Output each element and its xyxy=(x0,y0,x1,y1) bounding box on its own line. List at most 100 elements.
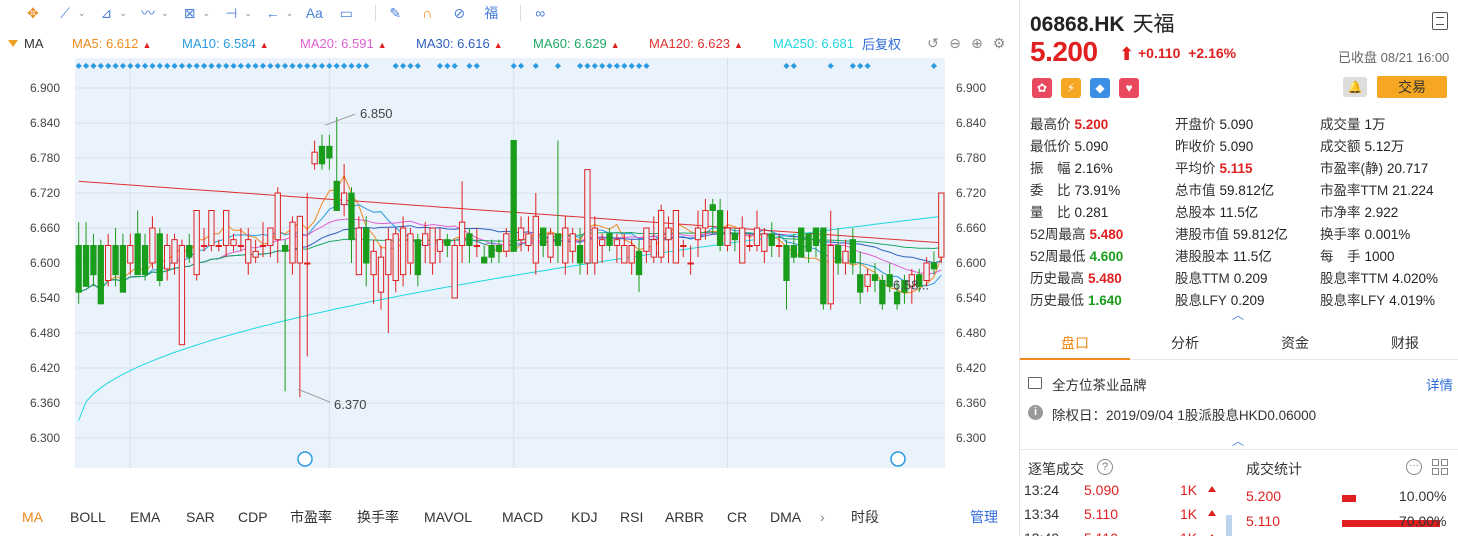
indicator-bar: MA BOLL EMA SAR CDP 市盈率 换手率 MAVOL MACD KDJ RSI ARBR… xyxy=(0,502,1018,532)
pen-tool[interactable]: ✎ xyxy=(384,4,406,22)
adjust-mode-button[interactable]: 后复权 xyxy=(862,34,901,53)
bell-icon[interactable]: 🔔 xyxy=(1343,77,1367,97)
indicator-tab[interactable]: 市盈率 xyxy=(290,507,332,527)
indicator-tab[interactable]: KDJ xyxy=(571,509,597,525)
stat-item: 股息TTM 0.209 xyxy=(1175,267,1268,287)
wave-tool[interactable]: 〰 ⌄ xyxy=(137,4,169,22)
channel-tool[interactable]: ⊿ ⌄ xyxy=(96,4,127,22)
tag-icon[interactable]: ◆ xyxy=(1090,78,1110,98)
hide-tool[interactable]: ⊘ xyxy=(448,4,470,22)
candle-down xyxy=(635,250,643,276)
hk-flag-icon[interactable]: ✿ xyxy=(1032,78,1052,98)
event-marker-icon: ◆ xyxy=(865,61,872,70)
indicator-tab[interactable]: MAVOL xyxy=(424,509,472,525)
undo-tool[interactable]: ← ⌄ xyxy=(262,4,294,22)
stat-item: 昨收价 5.090 xyxy=(1175,135,1253,155)
kline-chart[interactable]: 6.900 6.900 6.840 6.840 6.780 6.780 6.720 6.720… xyxy=(0,58,1018,470)
stat-label: 总股本 xyxy=(1175,205,1216,220)
candle-up xyxy=(657,210,665,258)
help-icon[interactable]: ? xyxy=(1097,459,1113,475)
trade-vol: 1K xyxy=(1180,482,1198,498)
y-tick-label-right: 6.480 xyxy=(956,326,986,340)
candle-down xyxy=(414,239,421,276)
candle-down xyxy=(444,239,451,247)
magnet-tool[interactable]: ∩ xyxy=(416,4,438,22)
ma-legend-item: MA120: 6.623 ▲ xyxy=(649,36,743,51)
link-icon: ∞ xyxy=(535,5,546,21)
trade-time: 13:24 xyxy=(1024,482,1060,498)
comment-tool[interactable]: ▭ xyxy=(335,4,357,22)
indicator-tab[interactable]: ARBR xyxy=(665,509,704,525)
indicator-tab[interactable]: RSI xyxy=(620,509,643,525)
ma-toggle[interactable]: MA xyxy=(8,36,44,51)
indicator-tab[interactable]: EMA xyxy=(130,509,160,525)
trade-button[interactable]: 交易 xyxy=(1377,76,1447,98)
stat-label: 量 比 xyxy=(1030,205,1071,220)
chart-panel: ✥ ⟋ ⌄ ⊿ ⌄ 〰 ⌄ ⊠ ⌄ ⊣ ⌄ ← ⌄ Aa ▭ ✎ ∩ ⊘ 福 ∞ MA MA… xyxy=(0,0,1018,536)
candle-down xyxy=(97,245,104,305)
info-icon: i xyxy=(1028,405,1043,420)
manage-button[interactable]: 管理 xyxy=(970,507,998,527)
indicator-tab[interactable]: 时段 xyxy=(851,507,879,527)
collapse-up-icon[interactable]: ︿ xyxy=(1232,432,1244,449)
indicator-tab[interactable]: MA xyxy=(22,509,43,525)
indicator-tab[interactable]: DMA xyxy=(770,509,801,525)
indicator-tab[interactable]: CR xyxy=(727,509,747,525)
text-tool-icon: Aa xyxy=(305,5,323,21)
candle-up xyxy=(370,250,377,276)
blessing-tool[interactable]: 福 xyxy=(480,4,502,22)
stat-item: 52周最低 4.600 xyxy=(1030,245,1123,265)
settings-icon[interactable]: ⚙ xyxy=(988,35,1010,52)
candle-up xyxy=(392,233,399,281)
indicator-tab[interactable]: 换手率 xyxy=(357,507,399,527)
tab-analysis[interactable]: 分析 xyxy=(1130,328,1240,360)
chart-tools: ↺ ⊖ ⊕ ⚙ xyxy=(922,32,1010,54)
indicator-tab[interactable]: MACD xyxy=(502,509,543,525)
stat-value: 0.281 xyxy=(1074,205,1109,220)
search-event-icon xyxy=(297,451,313,467)
divider xyxy=(1020,449,1458,450)
more-dots-icon[interactable]: ··· xyxy=(1406,459,1422,475)
candle-down xyxy=(333,180,340,212)
indicator-tab[interactable]: BOLL xyxy=(70,509,106,525)
document-icon[interactable] xyxy=(1432,12,1448,30)
chevron-right-icon[interactable]: › xyxy=(820,509,825,525)
lightning-icon[interactable]: ⚡ xyxy=(1061,78,1081,98)
candle-up xyxy=(473,245,480,247)
indicator-tab[interactable]: SAR xyxy=(186,509,215,525)
candle-up xyxy=(650,239,657,258)
candle-up xyxy=(377,256,385,293)
tab-capital[interactable]: 资金 xyxy=(1240,328,1350,360)
collapse-up-icon[interactable]: ︿ xyxy=(1232,306,1244,323)
stat-item: 最低价 5.090 xyxy=(1030,135,1108,155)
indicator-tab[interactable]: CDP xyxy=(238,509,268,525)
heart-icon[interactable]: ♥ xyxy=(1119,78,1139,98)
stat-item: 股息率LFY 4.019% xyxy=(1320,289,1435,309)
y-tick-label-right: 6.720 xyxy=(956,186,986,200)
y-tick-label-left: 6.720 xyxy=(30,186,60,200)
fib-tool[interactable]: ⊠ ⌄ xyxy=(179,4,210,22)
stat-label: 市盈率TTM xyxy=(1320,183,1389,198)
grid-view-icon[interactable] xyxy=(1432,459,1448,475)
zoom-in-icon[interactable]: ⊕ xyxy=(966,35,988,52)
drawing-toolbar: ✥ ⟋ ⌄ ⊿ ⌄ 〰 ⌄ ⊠ ⌄ ⊣ ⌄ ← ⌄ Aa ▭ ✎ ∩ ⊘ 福 ∞ xyxy=(0,0,1018,26)
reset-icon[interactable]: ↺ xyxy=(922,35,944,52)
line-tool[interactable]: ⟋ ⌄ xyxy=(54,4,85,22)
measure-tool[interactable]: ⊣ ⌄ xyxy=(220,4,252,22)
tab-pankou[interactable]: 盘口 xyxy=(1020,328,1130,360)
event-marker-icon: ◆ xyxy=(643,61,650,70)
candle-down xyxy=(510,140,517,252)
zoom-out-icon[interactable]: ⊖ xyxy=(944,35,966,52)
tab-financials[interactable]: 财报 xyxy=(1350,328,1458,360)
candle-up xyxy=(222,210,230,246)
link-tool[interactable]: ∞ xyxy=(529,4,551,22)
stat-value: 5.480 xyxy=(1089,227,1124,242)
details-link[interactable]: 详情 xyxy=(1426,374,1453,394)
stat-value: 73.91% xyxy=(1074,183,1121,198)
undo-icon: ← xyxy=(265,5,280,21)
volume-stat-row: 5.110 70.00% xyxy=(1246,513,1456,533)
text-tool[interactable]: Aa xyxy=(303,4,325,22)
move-tool[interactable]: ✥ xyxy=(22,4,44,22)
trade-price: 5.090 xyxy=(1084,482,1120,498)
stats-row: 最低价 5.090 昨收价 5.090 成交额 5.12万 xyxy=(1030,135,1450,157)
